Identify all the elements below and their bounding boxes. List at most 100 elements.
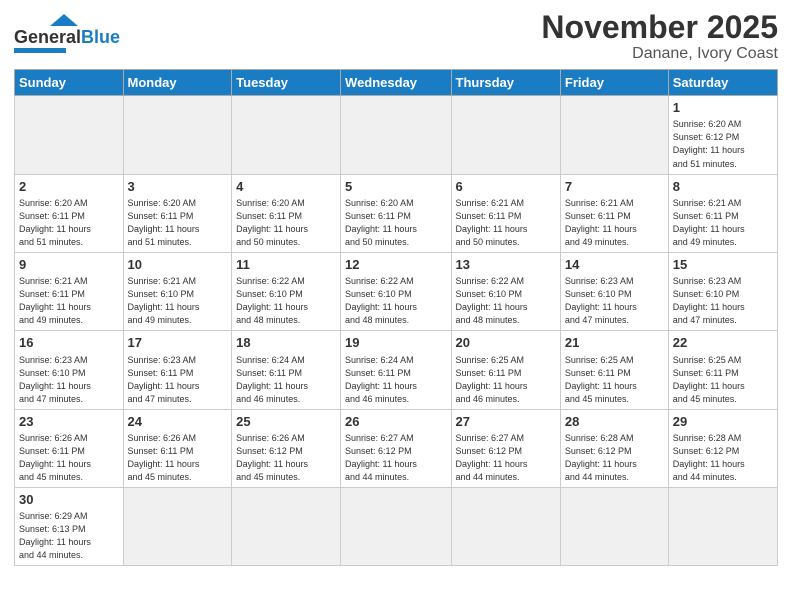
calendar-cell <box>668 488 777 566</box>
calendar-cell: 4Sunrise: 6:20 AM Sunset: 6:11 PM Daylig… <box>232 174 341 252</box>
header-thursday: Thursday <box>451 70 560 96</box>
calendar: Sunday Monday Tuesday Wednesday Thursday… <box>14 69 778 566</box>
calendar-cell: 20 Sunrise: 6:25 AM Sunset: 6:11 PM Dayli… <box>451 331 560 409</box>
day-number: 27 <box>456 413 556 431</box>
header-saturday: Saturday <box>668 70 777 96</box>
day-info: Sunrise: 6:23 AM Sunset: 6:11 PM Dayligh… <box>128 354 228 406</box>
day-number: 8 <box>673 178 773 196</box>
day-number: 21 <box>565 334 664 352</box>
day-info: Sunrise: 6:22 AM Sunset: 6:10 PM Dayligh… <box>456 275 556 327</box>
day-number: 19 <box>345 334 446 352</box>
calendar-cell <box>232 96 341 174</box>
day-number: 9 <box>19 256 119 274</box>
day-info: Sunrise: 6:22 AM Sunset: 6:10 PM Dayligh… <box>236 275 336 327</box>
calendar-cell: 12Sunrise: 6:22 AM Sunset: 6:10 PM Dayli… <box>341 252 451 330</box>
header-monday: Monday <box>123 70 232 96</box>
day-info: Sunrise: 6:28 AM Sunset: 6:12 PM Dayligh… <box>673 432 773 484</box>
title-block: November 2025 Danane, Ivory Coast <box>541 10 778 63</box>
calendar-cell: 16Sunrise: 6:23 AM Sunset: 6:10 PM Dayli… <box>15 331 124 409</box>
logo-triangle-icon <box>50 14 78 26</box>
calendar-cell: 18 Sunrise: 6:24 AM Sunset: 6:11 PM Dayli… <box>232 331 341 409</box>
calendar-cell: 23Sunrise: 6:26 AM Sunset: 6:11 PM Dayli… <box>15 409 124 487</box>
day-info: Sunrise: 6:22 AM Sunset: 6:10 PM Dayligh… <box>345 275 446 327</box>
day-number: 15 <box>673 256 773 274</box>
day-info: Sunrise: 6:21 AM Sunset: 6:11 PM Dayligh… <box>673 197 773 249</box>
calendar-cell: 1Sunrise: 6:20 AM Sunset: 6:12 PM Daylig… <box>668 96 777 174</box>
day-number: 7 <box>565 178 664 196</box>
days-header-row: Sunday Monday Tuesday Wednesday Thursday… <box>15 70 778 96</box>
calendar-cell: 29Sunrise: 6:28 AM Sunset: 6:12 PM Dayli… <box>668 409 777 487</box>
day-info: Sunrise: 6:26 AM Sunset: 6:12 PM Dayligh… <box>236 432 336 484</box>
logo-general: General <box>14 27 81 47</box>
day-info: Sunrise: 6:20 AM Sunset: 6:11 PM Dayligh… <box>236 197 336 249</box>
day-number: 18 <box>236 334 336 352</box>
day-info: Sunrise: 6:26 AM Sunset: 6:11 PM Dayligh… <box>19 432 119 484</box>
logo-bar <box>14 48 66 53</box>
header-sunday: Sunday <box>15 70 124 96</box>
day-number: 11 <box>236 256 336 274</box>
calendar-cell <box>123 488 232 566</box>
page-title: November 2025 <box>541 10 778 45</box>
day-number: 22 <box>673 334 773 352</box>
calendar-cell <box>232 488 341 566</box>
day-number: 12 <box>345 256 446 274</box>
calendar-cell: 28Sunrise: 6:28 AM Sunset: 6:12 PM Dayli… <box>560 409 668 487</box>
day-info: Sunrise: 6:23 AM Sunset: 6:10 PM Dayligh… <box>673 275 773 327</box>
calendar-cell: 6Sunrise: 6:21 AM Sunset: 6:11 PM Daylig… <box>451 174 560 252</box>
day-number: 4 <box>236 178 336 196</box>
logo: GeneralBlue <box>14 10 120 53</box>
calendar-cell: 2Sunrise: 6:20 AM Sunset: 6:11 PM Daylig… <box>15 174 124 252</box>
header: GeneralBlue November 2025 Danane, Ivory … <box>14 10 778 63</box>
calendar-week-row: 1Sunrise: 6:20 AM Sunset: 6:12 PM Daylig… <box>15 96 778 174</box>
calendar-cell: 13Sunrise: 6:22 AM Sunset: 6:10 PM Dayli… <box>451 252 560 330</box>
calendar-week-row: 9Sunrise: 6:21 AM Sunset: 6:11 PM Daylig… <box>15 252 778 330</box>
calendar-cell: 19Sunrise: 6:24 AM Sunset: 6:11 PM Dayli… <box>341 331 451 409</box>
day-info: Sunrise: 6:23 AM Sunset: 6:10 PM Dayligh… <box>565 275 664 327</box>
day-info: Sunrise: 6:20 AM Sunset: 6:11 PM Dayligh… <box>345 197 446 249</box>
page: GeneralBlue November 2025 Danane, Ivory … <box>0 0 792 612</box>
header-tuesday: Tuesday <box>232 70 341 96</box>
day-info: Sunrise: 6:25 AM Sunset: 6:11 PM Dayligh… <box>673 354 773 406</box>
day-number: 1 <box>673 99 773 117</box>
day-info: Sunrise: 6:21 AM Sunset: 6:11 PM Dayligh… <box>456 197 556 249</box>
day-info: Sunrise: 6:28 AM Sunset: 6:12 PM Dayligh… <box>565 432 664 484</box>
calendar-cell: 17Sunrise: 6:23 AM Sunset: 6:11 PM Dayli… <box>123 331 232 409</box>
calendar-cell: 3Sunrise: 6:20 AM Sunset: 6:11 PM Daylig… <box>123 174 232 252</box>
calendar-week-row: 16Sunrise: 6:23 AM Sunset: 6:10 PM Dayli… <box>15 331 778 409</box>
day-number: 2 <box>19 178 119 196</box>
calendar-cell: 26Sunrise: 6:27 AM Sunset: 6:12 PM Dayli… <box>341 409 451 487</box>
day-number: 6 <box>456 178 556 196</box>
calendar-cell: 11Sunrise: 6:22 AM Sunset: 6:10 PM Dayli… <box>232 252 341 330</box>
day-info: Sunrise: 6:20 AM Sunset: 6:12 PM Dayligh… <box>673 118 773 170</box>
logo-text: GeneralBlue <box>14 28 120 46</box>
day-info: Sunrise: 6:27 AM Sunset: 6:12 PM Dayligh… <box>345 432 446 484</box>
calendar-cell: 21Sunrise: 6:25 AM Sunset: 6:11 PM Dayli… <box>560 331 668 409</box>
day-number: 3 <box>128 178 228 196</box>
calendar-cell: 15Sunrise: 6:23 AM Sunset: 6:10 PM Dayli… <box>668 252 777 330</box>
calendar-cell: 22 Sunrise: 6:25 AM Sunset: 6:11 PM Dayli… <box>668 331 777 409</box>
day-number: 20 <box>456 334 556 352</box>
calendar-cell <box>15 96 124 174</box>
header-friday: Friday <box>560 70 668 96</box>
day-info: Sunrise: 6:20 AM Sunset: 6:11 PM Dayligh… <box>128 197 228 249</box>
day-info: Sunrise: 6:24 AM Sunset: 6:11 PM Dayligh… <box>236 354 336 406</box>
calendar-cell <box>451 488 560 566</box>
calendar-cell: 30Sunrise: 6:29 AM Sunset: 6:13 PM Dayli… <box>15 488 124 566</box>
calendar-cell: 27Sunrise: 6:27 AM Sunset: 6:12 PM Dayli… <box>451 409 560 487</box>
calendar-cell <box>341 488 451 566</box>
day-info: Sunrise: 6:25 AM Sunset: 6:11 PM Dayligh… <box>456 354 556 406</box>
calendar-cell <box>451 96 560 174</box>
day-number: 23 <box>19 413 119 431</box>
day-info: Sunrise: 6:26 AM Sunset: 6:11 PM Dayligh… <box>128 432 228 484</box>
day-number: 29 <box>673 413 773 431</box>
calendar-cell <box>560 488 668 566</box>
page-subtitle: Danane, Ivory Coast <box>541 45 778 63</box>
day-number: 26 <box>345 413 446 431</box>
day-number: 13 <box>456 256 556 274</box>
calendar-body: 1Sunrise: 6:20 AM Sunset: 6:12 PM Daylig… <box>15 96 778 566</box>
day-number: 25 <box>236 413 336 431</box>
day-info: Sunrise: 6:21 AM Sunset: 6:10 PM Dayligh… <box>128 275 228 327</box>
calendar-cell: 5Sunrise: 6:20 AM Sunset: 6:11 PM Daylig… <box>341 174 451 252</box>
calendar-week-row: 30Sunrise: 6:29 AM Sunset: 6:13 PM Dayli… <box>15 488 778 566</box>
calendar-cell: 7Sunrise: 6:21 AM Sunset: 6:11 PM Daylig… <box>560 174 668 252</box>
